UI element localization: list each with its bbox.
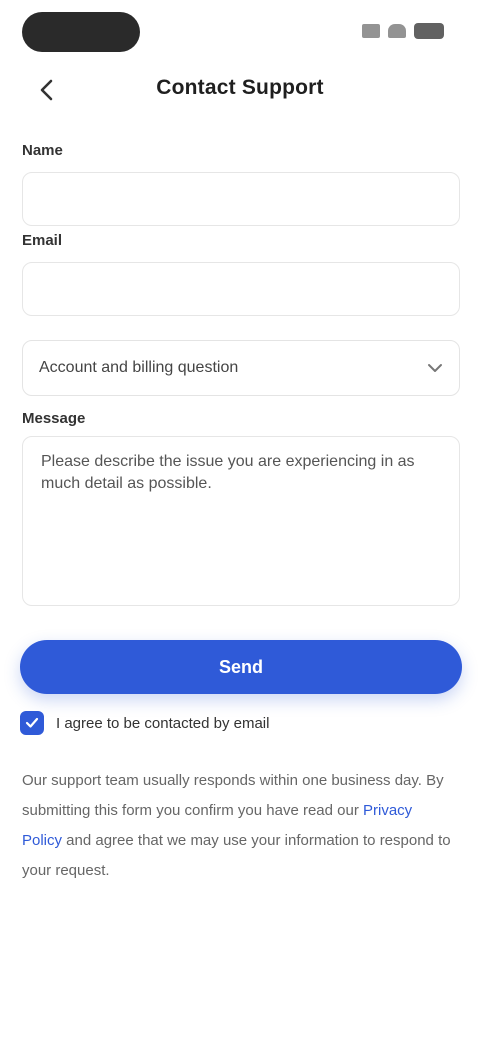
contact-form-screen: Contact Support Name Email Account and b…: [0, 0, 480, 1040]
name-label: Name: [22, 142, 63, 159]
email-label: Email: [22, 232, 63, 249]
consent-label: I agree to be contacted by email: [56, 714, 270, 732]
header: Contact Support: [0, 64, 480, 114]
consent-checkbox-row[interactable]: I agree to be contacted by email: [20, 708, 269, 738]
topic-value: Account and billing question: [39, 359, 239, 376]
wifi-icon: [388, 24, 406, 38]
message-textarea[interactable]: Please describe the issue you are experi…: [22, 436, 460, 606]
email-input[interactable]: [22, 262, 460, 316]
time-pill: [22, 12, 140, 52]
message-label: Message: [22, 410, 86, 427]
chevron-down-icon: [428, 364, 442, 372]
name-input[interactable]: [22, 172, 460, 226]
send-button[interactable]: Send: [20, 640, 462, 694]
page-title: Contact Support: [156, 76, 324, 99]
disclaimer-text-after: and agree that we may use your informati…: [22, 832, 451, 879]
status-icons: [362, 20, 444, 42]
topic-select[interactable]: Account and billing question: [22, 340, 460, 396]
signal-icon: [362, 24, 380, 38]
battery-icon: [414, 23, 444, 39]
consent-checkbox[interactable]: [20, 711, 44, 735]
check-icon: [25, 717, 39, 728]
disclaimer-text: Our support team usually responds within…: [22, 766, 452, 886]
status-bar: [0, 0, 480, 64]
